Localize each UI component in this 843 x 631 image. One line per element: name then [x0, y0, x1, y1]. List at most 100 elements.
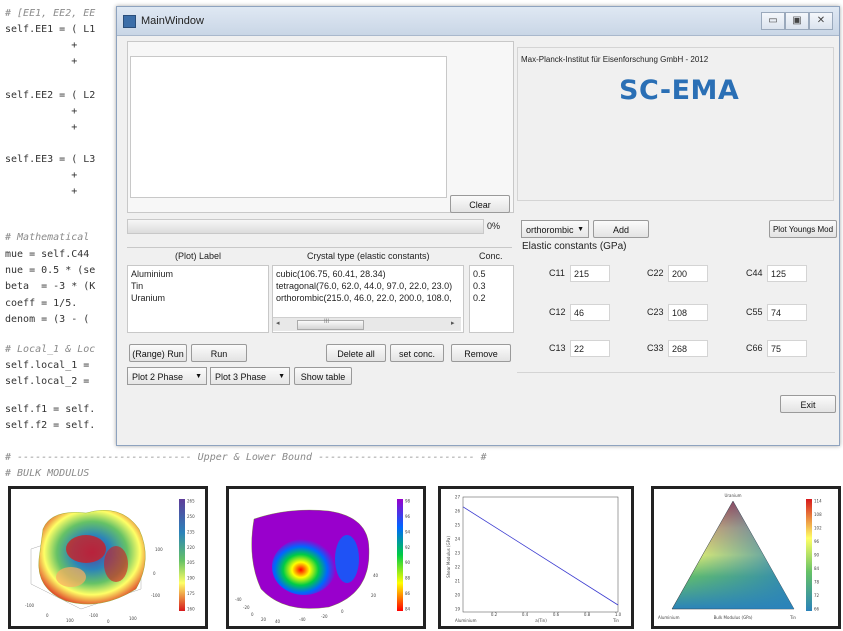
colorbar-tick-label: 235: [187, 529, 195, 534]
list-item[interactable]: Aluminium: [131, 269, 173, 280]
scroll-grip-icon: III: [324, 319, 330, 325]
y-tick-label: 21: [455, 579, 461, 584]
window-titlebar[interactable]: MainWindow ▭ ▣ ✕: [117, 7, 839, 36]
colorbar-tick-label: 88: [405, 576, 411, 581]
code-comment-line: # ----------------------------- Upper & …: [5, 452, 487, 463]
colorbar-tick-label: 92: [405, 545, 411, 550]
scroll-left-icon[interactable]: ◂: [276, 319, 280, 327]
elastic-input-c33[interactable]: 268: [668, 340, 708, 357]
axis-tick-label: 0: [46, 613, 49, 618]
label-list[interactable]: Aluminium Tin Uranium: [127, 265, 269, 333]
elastic-input-c23[interactable]: 108: [668, 304, 708, 321]
app-logo: SC-EMA: [619, 75, 740, 106]
axis-tick-label: -100: [89, 613, 99, 618]
code-line: self.local_2 =: [5, 376, 90, 387]
crystal-list[interactable]: cubic(106.75, 60.41, 28.34) tetragonal(7…: [272, 265, 464, 333]
crystal-system-select[interactable]: orthorombic ▼: [521, 220, 589, 238]
code-line: +: [5, 40, 78, 51]
elastic-label-c44: C44: [746, 268, 763, 278]
x-left-label: Aluminium: [455, 618, 477, 623]
code-line: beta = -3 * (K: [5, 281, 96, 292]
colorbar-tick-label: 96: [405, 514, 411, 519]
col-header-conc: Conc.: [479, 251, 503, 261]
divider: [517, 372, 835, 373]
scroll-thumb[interactable]: III: [297, 319, 364, 330]
close-button[interactable]: ✕: [809, 12, 833, 30]
run-button[interactable]: Run: [191, 344, 247, 362]
elastic-input-c13[interactable]: 22: [570, 340, 610, 357]
list-item[interactable]: tetragonal(76.0, 62.0, 44.0, 97.0, 22.0,…: [276, 281, 452, 292]
elastic-input-c55[interactable]: 74: [767, 304, 807, 321]
horizontal-scrollbar[interactable]: ◂ III ▸: [273, 317, 461, 331]
range-run-button[interactable]: (Range) Run: [129, 344, 187, 362]
ternary-plot-svg: Uranium Aluminium Bulk Modulus (GPa) Tin…: [658, 493, 822, 620]
code-line: +: [5, 186, 78, 197]
exit-button[interactable]: Exit: [780, 395, 836, 413]
colorbar-tick-label: 175: [187, 591, 195, 596]
remove-button[interactable]: Remove: [451, 344, 511, 362]
elastic-label-c12: C12: [549, 307, 566, 317]
colorbar-4: [806, 499, 812, 611]
colorbar-tick-label: 66: [814, 607, 820, 612]
table-divider: [127, 247, 512, 248]
crystal-system-value: orthorombic: [526, 225, 574, 235]
plot-area: [462, 496, 619, 613]
maximize-button[interactable]: ▣: [785, 12, 809, 30]
list-item[interactable]: cubic(106.75, 60.41, 28.34): [276, 269, 386, 280]
chevron-down-icon: ▼: [195, 373, 202, 380]
progress-text: 0%: [487, 221, 501, 231]
axis-tick-label: 40: [373, 573, 379, 578]
elastic-label-c55: C55: [746, 307, 763, 317]
institute-label: Max-Planck-Institut für Eisenforschung G…: [521, 55, 709, 64]
ternary-bottom-left-label: Aluminium: [658, 615, 680, 620]
code-line: nue = 0.5 * (se: [5, 265, 96, 276]
delete-all-button[interactable]: Delete all: [326, 344, 386, 362]
progress-bar: [127, 219, 484, 234]
colorbar-tick-label: 220: [187, 545, 195, 550]
code-line: self.local_1 =: [5, 360, 90, 371]
axis-tick-label: -20: [321, 614, 328, 619]
list-item[interactable]: 0.5: [473, 269, 486, 280]
plot-3-phase-select[interactable]: Plot 3 Phase ▼: [210, 367, 290, 385]
y-tick-label: 27: [455, 495, 461, 500]
ternary-plot: Uranium Aluminium Bulk Modulus (GPa) Tin…: [651, 486, 841, 629]
list-item[interactable]: orthorombic(215.0, 46.0, 22.0, 200.0, 10…: [276, 293, 452, 304]
code-line: +: [5, 106, 78, 117]
plot-youngs-mod-button[interactable]: Plot Youngs Mod: [769, 220, 837, 238]
axis-tick-label: 100: [155, 547, 163, 552]
add-button[interactable]: Add: [593, 220, 649, 238]
conc-list[interactable]: 0.5 0.3 0.2: [469, 265, 514, 333]
elastic-label-c11: C11: [549, 268, 565, 278]
plot-canvas: [130, 56, 447, 198]
scroll-right-icon[interactable]: ▸: [451, 319, 455, 327]
x-right-label: Tin: [612, 618, 619, 623]
colorbar-tick-label: 84: [405, 607, 411, 612]
surface-plot-2-svg: 9896949290888684 -40-20020 40 -40-2002040: [235, 499, 411, 625]
code-line: self.EE3 = ( L3: [5, 154, 96, 165]
ternary-title: Uranium: [724, 493, 741, 498]
axis-tick-label: 0: [107, 619, 110, 624]
line-chart-svg: 27 26 25 24 23 22 21 20 19 0.2 0.4 0.6 0.8 1.0 Shear…: [446, 495, 622, 624]
axis-tick-label: -40: [235, 597, 242, 602]
list-item[interactable]: 0.3: [473, 281, 486, 292]
set-conc-button[interactable]: set conc.: [390, 344, 444, 362]
minimize-button[interactable]: ▭: [761, 12, 785, 30]
plot-2-phase-select[interactable]: Plot 2 Phase ▼: [127, 367, 207, 385]
line-chart: 27 26 25 24 23 22 21 20 19 0.2 0.4 0.6 0.8 1.0 Shear…: [438, 486, 634, 629]
code-line: +: [5, 122, 78, 133]
elastic-input-c44[interactable]: 125: [767, 265, 807, 282]
elastic-input-c22[interactable]: 200: [668, 265, 708, 282]
code-line: self.EE1 = ( L1: [5, 24, 96, 35]
clear-button[interactable]: Clear: [450, 195, 510, 213]
output-panel: [127, 41, 514, 213]
elastic-input-c12[interactable]: 46: [570, 304, 610, 321]
list-item[interactable]: Uranium: [131, 293, 165, 304]
code-line: +: [5, 56, 78, 67]
elastic-input-c11[interactable]: 215: [570, 265, 610, 282]
axis-tick-label: 20: [261, 617, 267, 622]
axis-tick-label: 100: [66, 618, 74, 623]
list-item[interactable]: 0.2: [473, 293, 486, 304]
list-item[interactable]: Tin: [131, 281, 143, 292]
show-table-button[interactable]: Show table: [294, 367, 352, 385]
elastic-input-c66[interactable]: 75: [767, 340, 807, 357]
